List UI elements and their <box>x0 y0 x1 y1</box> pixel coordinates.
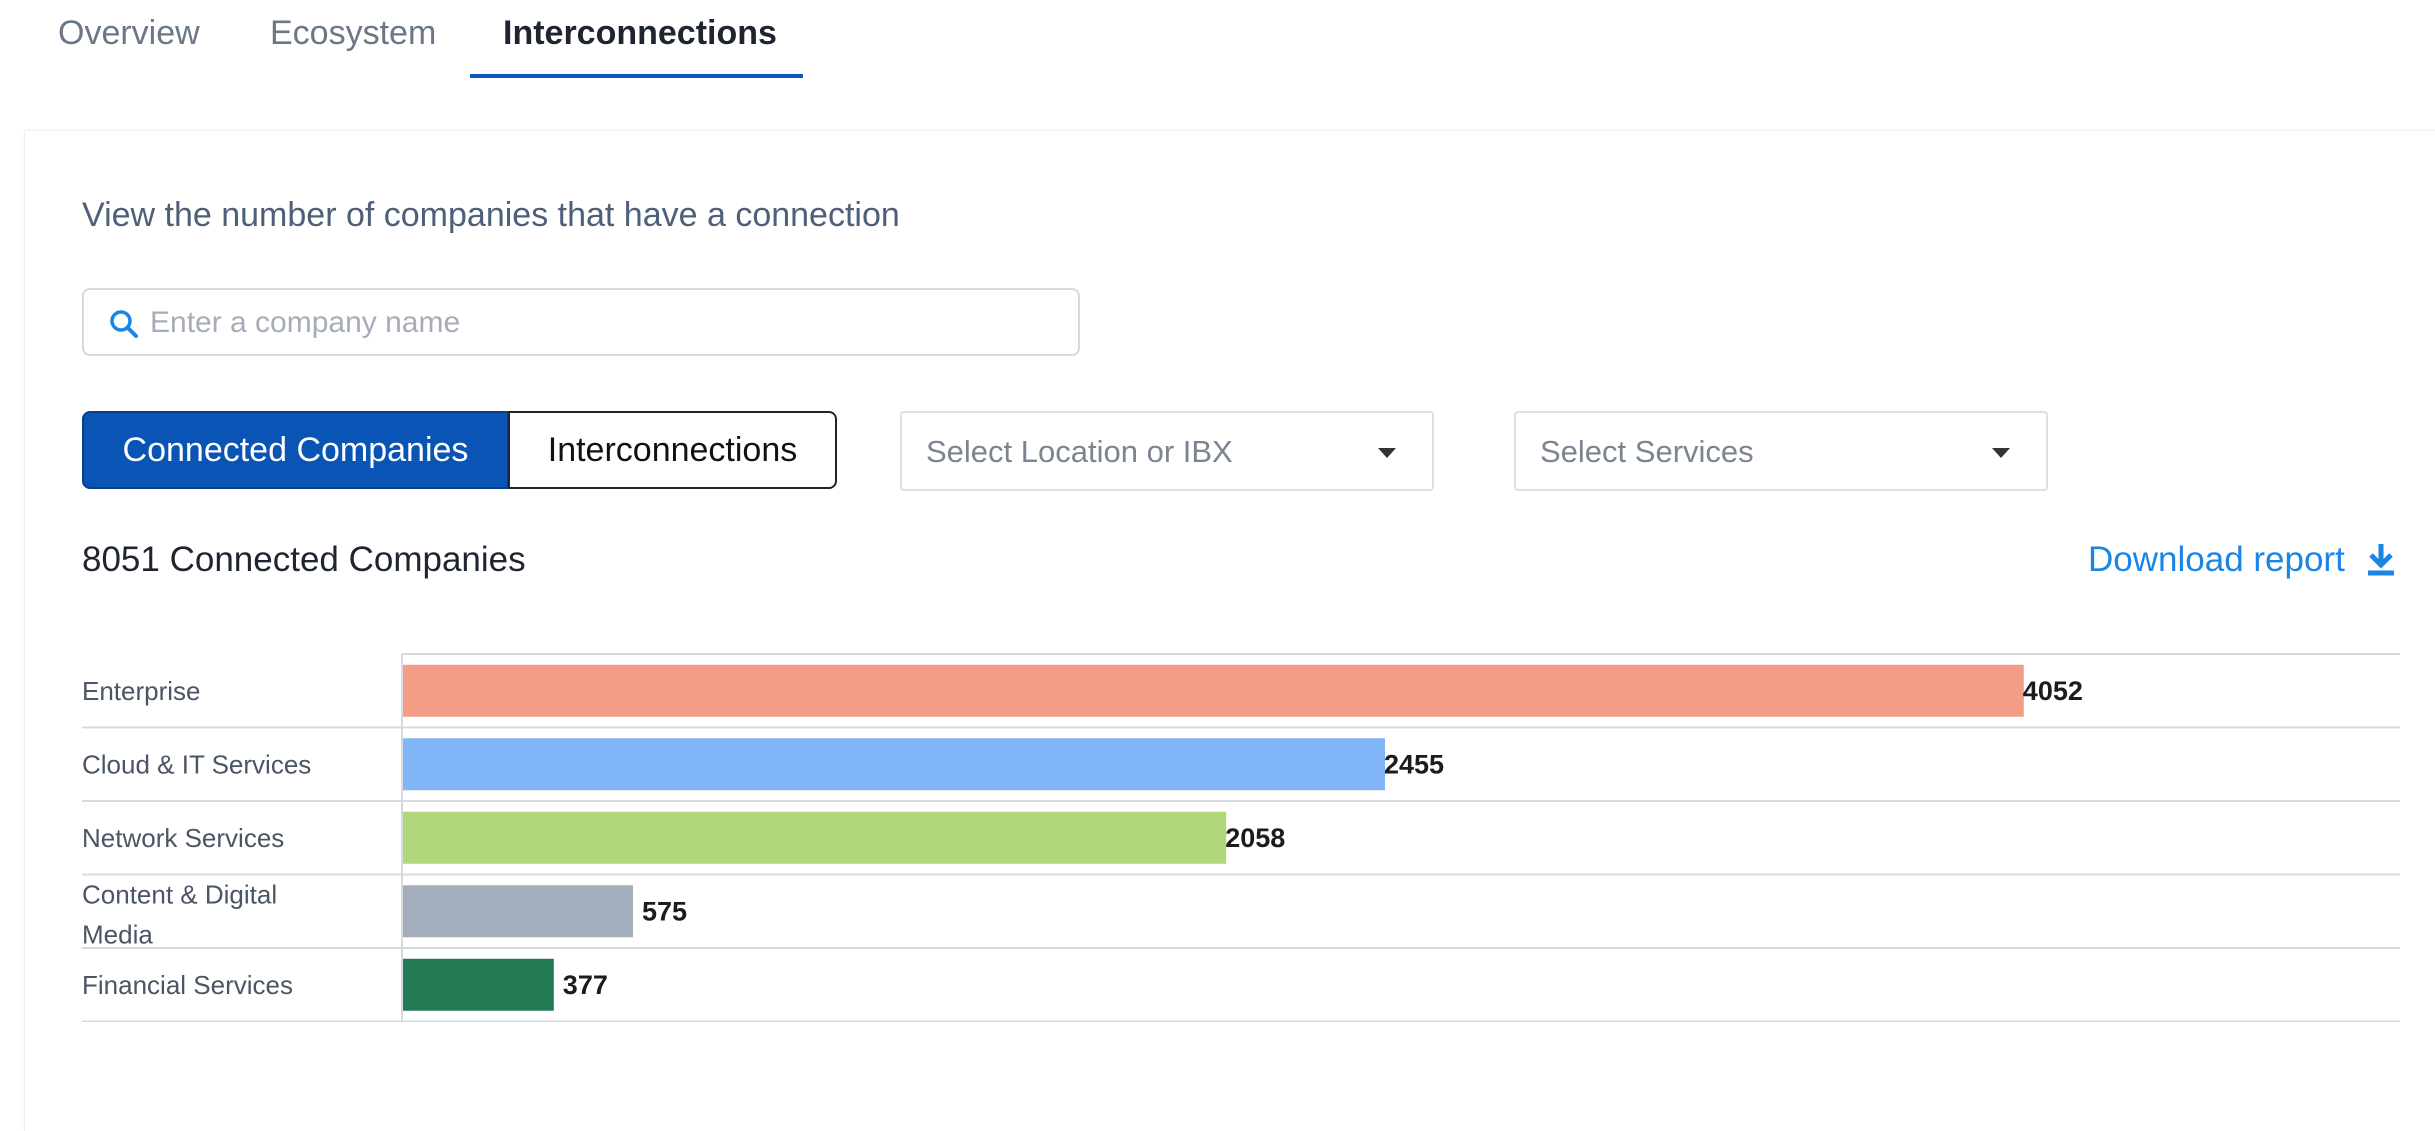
bar-network-services[interactable] <box>403 811 1227 864</box>
download-icon[interactable] <box>2366 542 2396 576</box>
connected-count: 8051 Connected Companies <box>82 540 526 579</box>
bar-value-label: 2058 <box>1225 823 1285 853</box>
caret-down-icon <box>1992 448 2010 458</box>
bar-cloud-it-services[interactable] <box>403 738 1385 791</box>
caret-down-icon <box>1378 448 1396 458</box>
page-subtitle: View the number of companies that have a… <box>82 196 900 234</box>
tab-ecosystem[interactable]: Ecosystem <box>270 14 436 53</box>
services-select[interactable]: Select Services <box>1514 411 2048 491</box>
location-select[interactable]: Select Location or IBX <box>900 411 1434 491</box>
tab-overview[interactable]: Overview <box>58 14 200 53</box>
tab-interconnections[interactable]: Interconnections <box>503 14 777 53</box>
category-label: Enterprise <box>82 676 201 706</box>
location-select-placeholder: Select Location or IBX <box>926 434 1233 469</box>
services-select-placeholder: Select Services <box>1540 434 1754 469</box>
search-input[interactable] <box>148 302 1052 344</box>
download-report-link[interactable]: Download report <box>2088 540 2345 580</box>
bar-value-label: 4052 <box>2023 676 2083 706</box>
bar-financial-services[interactable] <box>403 958 554 1011</box>
active-tab-indicator <box>470 74 803 78</box>
interconnections-toggle[interactable]: Interconnections <box>508 411 837 489</box>
company-search <box>82 288 1080 356</box>
bar-value-label: 575 <box>642 896 687 926</box>
search-icon <box>110 310 138 338</box>
category-label: Financial Services <box>82 970 293 1000</box>
category-label: Cloud & IT Services <box>82 749 311 779</box>
bar-enterprise[interactable] <box>403 664 2024 717</box>
bar-content-digital-media[interactable] <box>403 885 633 938</box>
connected-companies-toggle[interactable]: Connected Companies <box>82 411 509 489</box>
bar-value-label: 2455 <box>1384 749 1444 779</box>
category-label: Network Services <box>82 823 284 853</box>
bar-value-label: 377 <box>563 970 608 1000</box>
tab-bar: Overview Ecosystem Interconnections <box>0 0 2435 80</box>
category-label: Content & Digital Media <box>82 879 277 949</box>
connected-companies-chart: Enterprise 4052 Cloud & IT Services 2455 Net… <box>82 652 2400 1022</box>
bar-chart: Enterprise 4052 Cloud & IT Services 2455 Net… <box>82 653 2400 1022</box>
